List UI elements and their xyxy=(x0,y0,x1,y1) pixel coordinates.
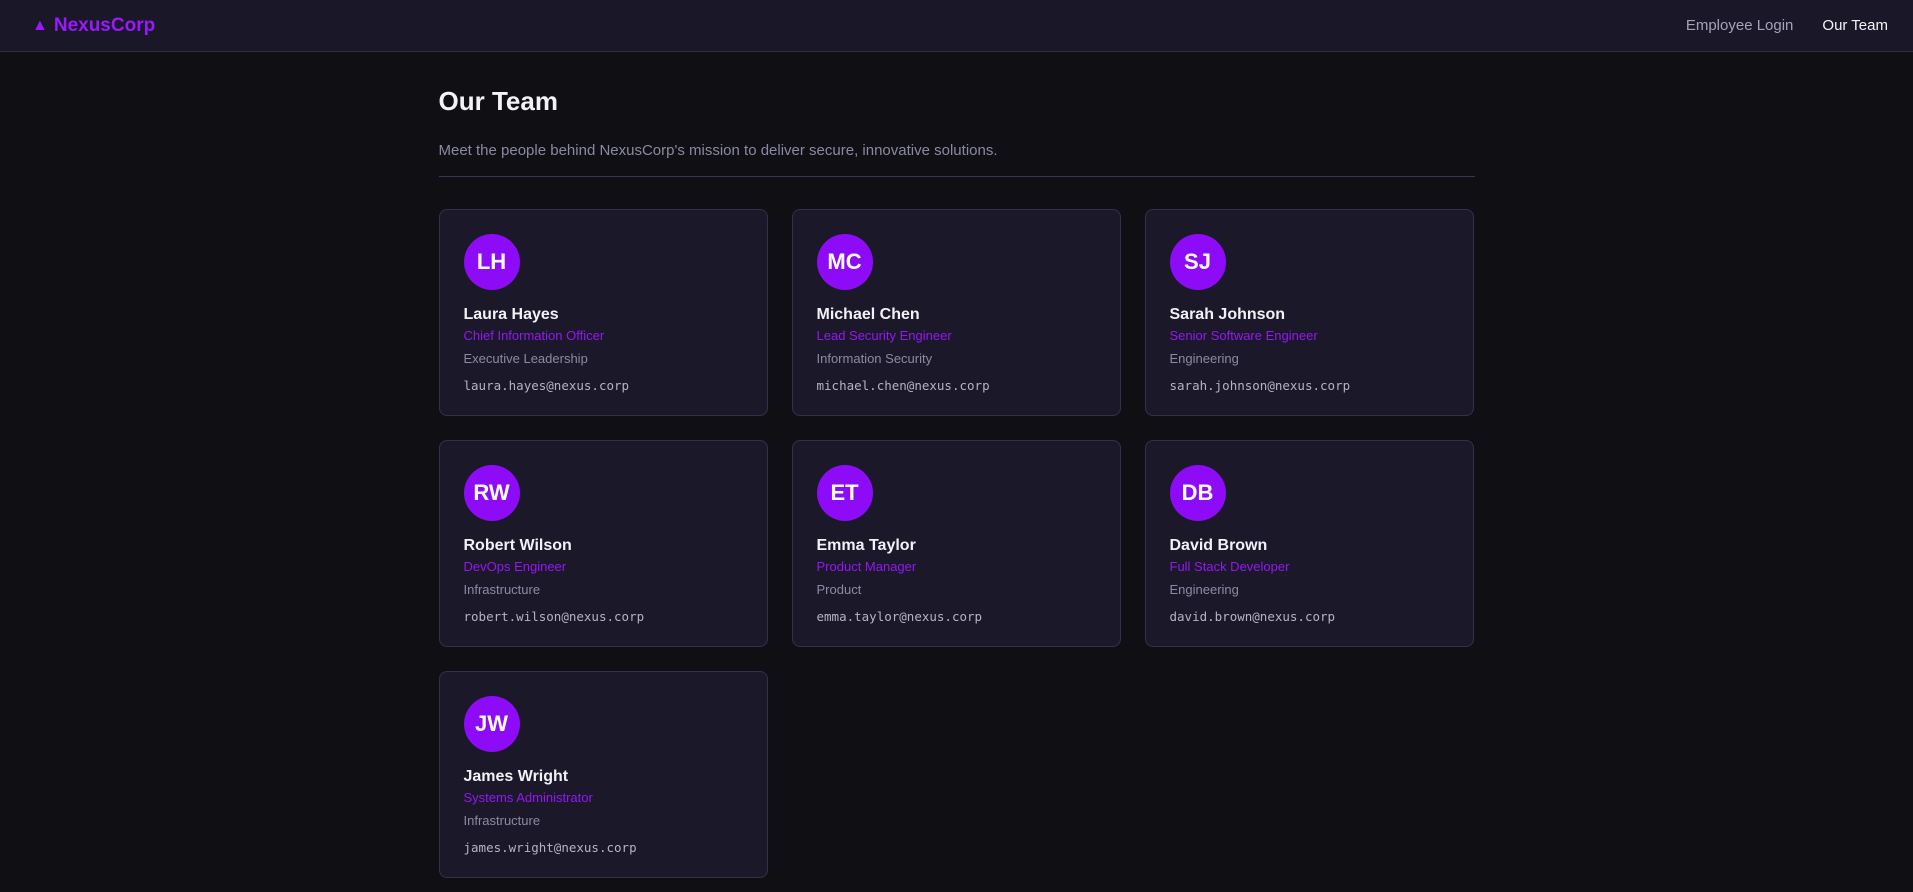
team-card: LH Laura Hayes Chief Information Officer… xyxy=(438,209,768,416)
team-card: ET Emma Taylor Product Manager Product e… xyxy=(791,440,1121,647)
avatar: MC xyxy=(816,234,873,290)
team-card: MC Michael Chen Lead Security Engineer I… xyxy=(791,209,1121,416)
member-name: Sarah Johnson xyxy=(1169,306,1286,323)
brand-logo-link[interactable]: ▲ NexusCorp xyxy=(32,15,155,37)
member-email: robert.wilson@nexus.corp xyxy=(463,609,645,624)
member-email: david.brown@nexus.corp xyxy=(1169,609,1336,624)
member-role: Product Manager xyxy=(816,559,917,574)
member-name: Robert Wilson xyxy=(463,537,572,554)
member-email: emma.taylor@nexus.corp xyxy=(816,609,983,624)
avatar: SJ xyxy=(1169,234,1226,290)
member-department: Information Security xyxy=(816,351,933,366)
member-name: Michael Chen xyxy=(816,306,920,323)
member-email: sarah.johnson@nexus.corp xyxy=(1169,378,1351,393)
team-card: RW Robert Wilson DevOps Engineer Infrast… xyxy=(438,440,768,647)
triangle-logo-icon: ▲ xyxy=(32,16,48,34)
member-department: Infrastructure xyxy=(463,813,541,828)
member-department: Engineering xyxy=(1169,582,1239,597)
member-email: laura.hayes@nexus.corp xyxy=(463,378,630,393)
member-name: Laura Hayes xyxy=(463,306,559,323)
member-name: Emma Taylor xyxy=(816,537,916,554)
member-department: Engineering xyxy=(1169,351,1239,366)
member-role: Lead Security Engineer xyxy=(816,328,952,343)
member-department: Product xyxy=(816,582,862,597)
member-department: Infrastructure xyxy=(463,582,541,597)
avatar: ET xyxy=(816,465,873,521)
member-role: Chief Information Officer xyxy=(463,328,605,343)
member-department: Executive Leadership xyxy=(463,351,588,366)
nav-link-employee-login[interactable]: Employee Login xyxy=(1686,17,1794,34)
nav-links: Employee Login Our Team xyxy=(1686,17,1888,34)
divider xyxy=(438,176,1475,177)
team-grid: LH Laura Hayes Chief Information Officer… xyxy=(438,209,1475,878)
avatar: LH xyxy=(463,234,520,290)
avatar: RW xyxy=(463,465,520,521)
member-role: DevOps Engineer xyxy=(463,559,567,574)
member-email: james.wright@nexus.corp xyxy=(463,840,637,855)
main-content: Our Team Meet the people behind NexusCor… xyxy=(438,52,1475,878)
member-role: Full Stack Developer xyxy=(1169,559,1290,574)
avatar: DB xyxy=(1169,465,1226,521)
member-name: James Wright xyxy=(463,768,569,785)
member-role: Senior Software Engineer xyxy=(1169,328,1318,343)
member-name: David Brown xyxy=(1169,537,1268,554)
avatar: JW xyxy=(463,696,520,752)
page-title: Our Team xyxy=(438,86,558,116)
member-role: Systems Administrator xyxy=(463,790,593,805)
team-card: DB David Brown Full Stack Developer Engi… xyxy=(1144,440,1474,647)
team-card: SJ Sarah Johnson Senior Software Enginee… xyxy=(1144,209,1474,416)
page-subtitle: Meet the people behind NexusCorp's missi… xyxy=(438,142,998,159)
brand-name: NexusCorp xyxy=(53,14,156,36)
member-email: michael.chen@nexus.corp xyxy=(816,378,990,393)
nav-link-our-team[interactable]: Our Team xyxy=(1822,17,1888,34)
top-navbar: ▲ NexusCorp Employee Login Our Team xyxy=(0,0,1913,52)
team-card: JW James Wright Systems Administrator In… xyxy=(438,671,768,878)
